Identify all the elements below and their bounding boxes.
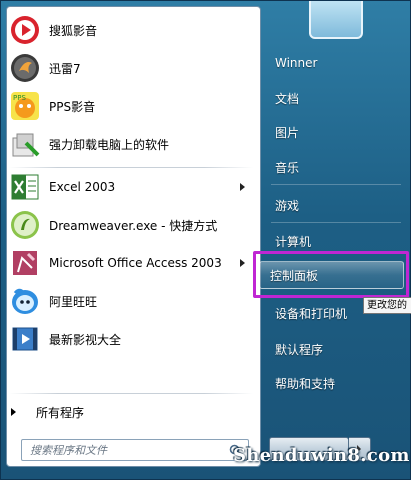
watermark: Shenduwin8.com bbox=[233, 445, 410, 466]
start-menu: 搜狐影音 迅雷7 PPS PPS影音 强力卸载电脑上的软件 Excel 2003… bbox=[0, 0, 411, 480]
program-label: 最新影视大全 bbox=[49, 332, 122, 347]
program-item-uninstaller[interactable]: 强力卸载电脑上的软件 bbox=[9, 127, 257, 161]
right-item-music[interactable]: 音乐 bbox=[265, 154, 405, 180]
pps-icon: PPS bbox=[9, 90, 41, 122]
submenu-arrow-icon[interactable] bbox=[240, 259, 245, 267]
program-label: 搜狐影音 bbox=[49, 23, 98, 38]
program-item-thunder[interactable]: 迅雷7 bbox=[9, 51, 257, 85]
right-item-label: 文档 bbox=[275, 91, 300, 106]
expand-arrow-icon bbox=[11, 408, 16, 416]
right-item-label: 计算机 bbox=[275, 234, 312, 249]
dreamweaver-icon bbox=[9, 209, 41, 241]
search-input[interactable]: 搜索程序和文件 bbox=[21, 439, 249, 461]
right-item-documents[interactable]: 文档 bbox=[265, 85, 405, 111]
tooltip: 更改您的 bbox=[363, 297, 411, 314]
right-item-label: 游戏 bbox=[275, 198, 300, 213]
program-label: 强力卸载电脑上的软件 bbox=[49, 137, 170, 152]
program-item-excel[interactable]: Excel 2003 bbox=[9, 170, 257, 204]
excel-icon bbox=[9, 171, 41, 203]
program-label: 阿里旺旺 bbox=[49, 294, 98, 309]
right-item-label: 设备和打印机 bbox=[275, 306, 348, 321]
pinned-divider bbox=[9, 167, 253, 168]
user-picture[interactable] bbox=[309, 1, 363, 39]
all-programs-button[interactable]: 所有程序 bbox=[11, 401, 251, 423]
video-collection-icon bbox=[9, 323, 41, 355]
program-label: PPS影音 bbox=[49, 99, 96, 114]
right-item-default-programs[interactable]: 默认程序 bbox=[265, 336, 405, 362]
highlight-annotation bbox=[253, 251, 409, 298]
right-item-label: 图片 bbox=[275, 125, 300, 140]
right-item-user[interactable]: Winner bbox=[265, 50, 405, 76]
program-label: Microsoft Office Access 2003 bbox=[49, 256, 222, 270]
thunder-icon bbox=[9, 52, 41, 84]
aliwangwang-icon bbox=[9, 285, 41, 317]
right-item-label: 默认程序 bbox=[275, 342, 324, 357]
program-item-access[interactable]: Microsoft Office Access 2003 bbox=[9, 246, 257, 280]
uninstall-icon bbox=[9, 128, 41, 160]
right-item-games[interactable]: 游戏 bbox=[265, 192, 405, 218]
right-item-label: Winner bbox=[275, 56, 318, 70]
right-item-help-support[interactable]: 帮助和支持 bbox=[265, 370, 405, 396]
access-icon bbox=[9, 247, 41, 279]
program-label: 迅雷7 bbox=[49, 61, 81, 76]
right-item-pictures[interactable]: 图片 bbox=[265, 119, 405, 145]
right-item-label: 音乐 bbox=[275, 160, 300, 175]
program-label: Dreamweaver.exe - 快捷方式 bbox=[49, 218, 218, 233]
all-programs-divider bbox=[9, 393, 253, 394]
program-item-aliwangwang[interactable]: 阿里旺旺 bbox=[9, 284, 257, 318]
program-item-sohu-video[interactable]: 搜狐影音 bbox=[9, 13, 257, 47]
program-label: Excel 2003 bbox=[49, 180, 116, 194]
right-item-label: 帮助和支持 bbox=[275, 376, 336, 391]
program-item-dreamweaver[interactable]: Dreamweaver.exe - 快捷方式 bbox=[9, 208, 257, 242]
right-divider bbox=[271, 184, 401, 185]
right-divider bbox=[271, 222, 401, 223]
sohu-video-icon bbox=[9, 14, 41, 46]
search-placeholder: 搜索程序和文件 bbox=[30, 444, 107, 457]
svg-text:PPS: PPS bbox=[13, 94, 26, 102]
program-item-video-collection[interactable]: 最新影视大全 bbox=[9, 322, 257, 356]
submenu-arrow-icon[interactable] bbox=[240, 183, 245, 191]
program-item-pps[interactable]: PPS PPS影音 bbox=[9, 89, 257, 123]
all-programs-label: 所有程序 bbox=[36, 405, 85, 420]
